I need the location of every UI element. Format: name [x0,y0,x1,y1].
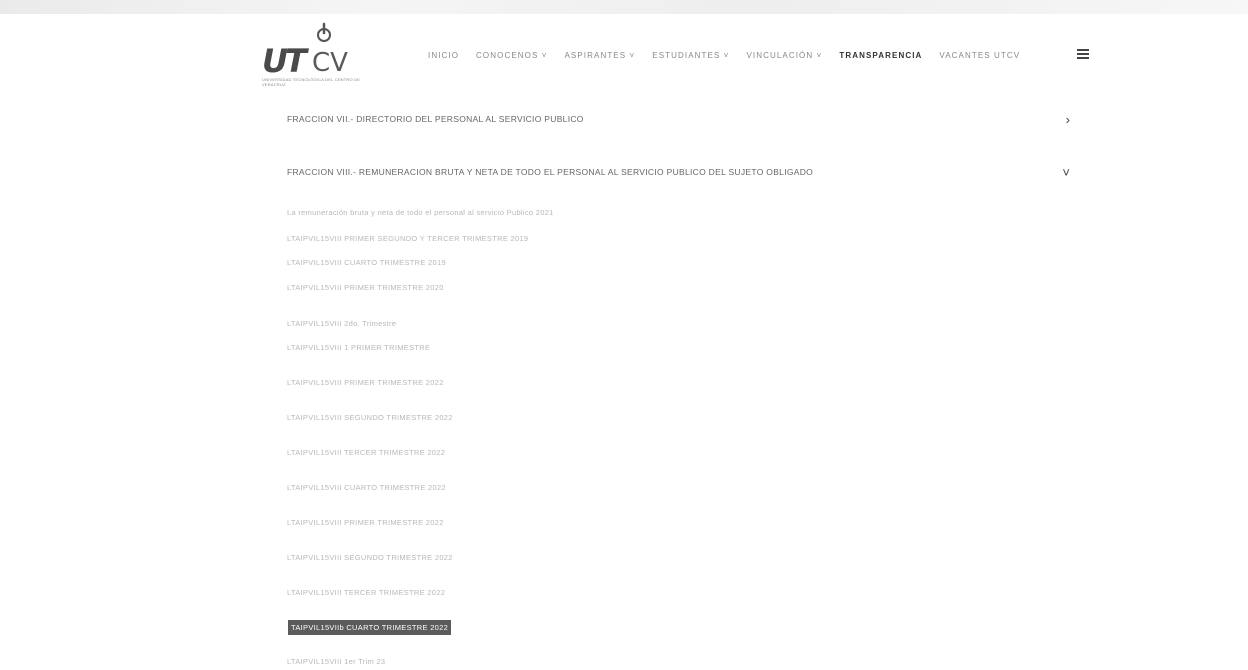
top-scan-strip [0,0,1248,14]
page: UT CV UNIVERSIDAD TECNOLÓGICA DEL CENTRO… [0,0,1248,670]
document-link[interactable]: LTAIPVIL15VIII PRIMER TRIMESTRE 2022 [287,518,444,527]
document-link[interactable]: La remuneración bruta y neta de todo el … [287,208,554,217]
document-link[interactable]: LTAIPVIL15VIII TERCER TRIMESTRE 2022 [287,448,445,457]
nav-vacantes[interactable]: VACANTES UTCV [939,51,1020,60]
document-link[interactable]: LTAIPVIL15VIII CUARTO TRIMESTRE 2022 [287,483,446,492]
document-link[interactable]: LTAIPVIL15VIII TERCER TRIMESTRE 2022 [287,588,445,597]
section-title: FRACCION VII.- DIRECTORIO DEL PERSONAL A… [287,114,584,124]
utcv-logo[interactable]: UT CV UNIVERSIDAD TECNOLÓGICA DEL CENTRO… [258,22,378,92]
logo-mark: UT [262,42,307,80]
document-link[interactable]: LTAIPVIL15VIII PRIMER SEGUNDO Y TERCER T… [287,234,528,243]
document-link[interactable]: LTAIPVIL15VIII SEGUNDO TRIMESTRE 2022 [287,413,453,422]
document-link[interactable]: LTAIPVIL15VIII 1er Trim 23 [287,657,385,666]
document-link[interactable]: LTAIPVIL15VIII 2do. Trimestre [287,319,396,328]
main-nav: INICIO CONOCENOS ˅ ASPIRANTES ˅ ESTUDIAN… [428,47,1037,63]
chevron-down-icon: ˅ [1062,164,1070,180]
section-title: FRACCION VIII.- REMUNERACION BRUTA Y NET… [287,167,814,177]
nav-inicio[interactable]: INICIO [428,51,459,60]
hamburger-icon[interactable] [1077,49,1089,59]
document-link[interactable]: LTAIPVIL15VIII PRIMER TRIMESTRE 2022 [287,378,444,387]
chevron-right-icon: › [1065,111,1070,127]
document-link[interactable]: LTAIPVIL15VIII 1 PRIMER TRIMESTRE [287,343,430,352]
nav-conocenos[interactable]: CONOCENOS ˅ [476,51,547,60]
nav-aspirantes[interactable]: ASPIRANTES ˅ [565,51,636,60]
logo-suffix: CV [312,48,348,78]
document-link[interactable]: LTAIPVIL15VIII SEGUNDO TRIMESTRE 2022 [287,553,453,562]
nav-vinculacion[interactable]: VINCULACIÓN ˅ [746,51,822,60]
logo-subtitle: UNIVERSIDAD TECNOLÓGICA DEL CENTRO DE VE… [262,77,361,87]
section-fraccion-viii[interactable]: FRACCION VIII.- REMUNERACION BRUTA Y NET… [287,164,1087,180]
section-fraccion-vii[interactable]: FRACCION VII.- DIRECTORIO DEL PERSONAL A… [287,111,1087,127]
nav-transparencia[interactable]: TRANSPARENCIA [839,51,922,60]
nav-estudiantes[interactable]: ESTUDIANTES ˅ [652,51,729,60]
document-link-highlighted[interactable]: TAIPVIL15VIIb CUARTO TRIMESTRE 2022 [288,620,452,635]
document-link[interactable]: LTAIPVIL15VIII PRIMER TRIMESTRE 2020 [287,283,444,292]
logo-swirl-icon [317,22,331,42]
document-link[interactable]: LTAIPVIL15VIII CUARTO TRIMESTRE 2019 [287,258,446,267]
